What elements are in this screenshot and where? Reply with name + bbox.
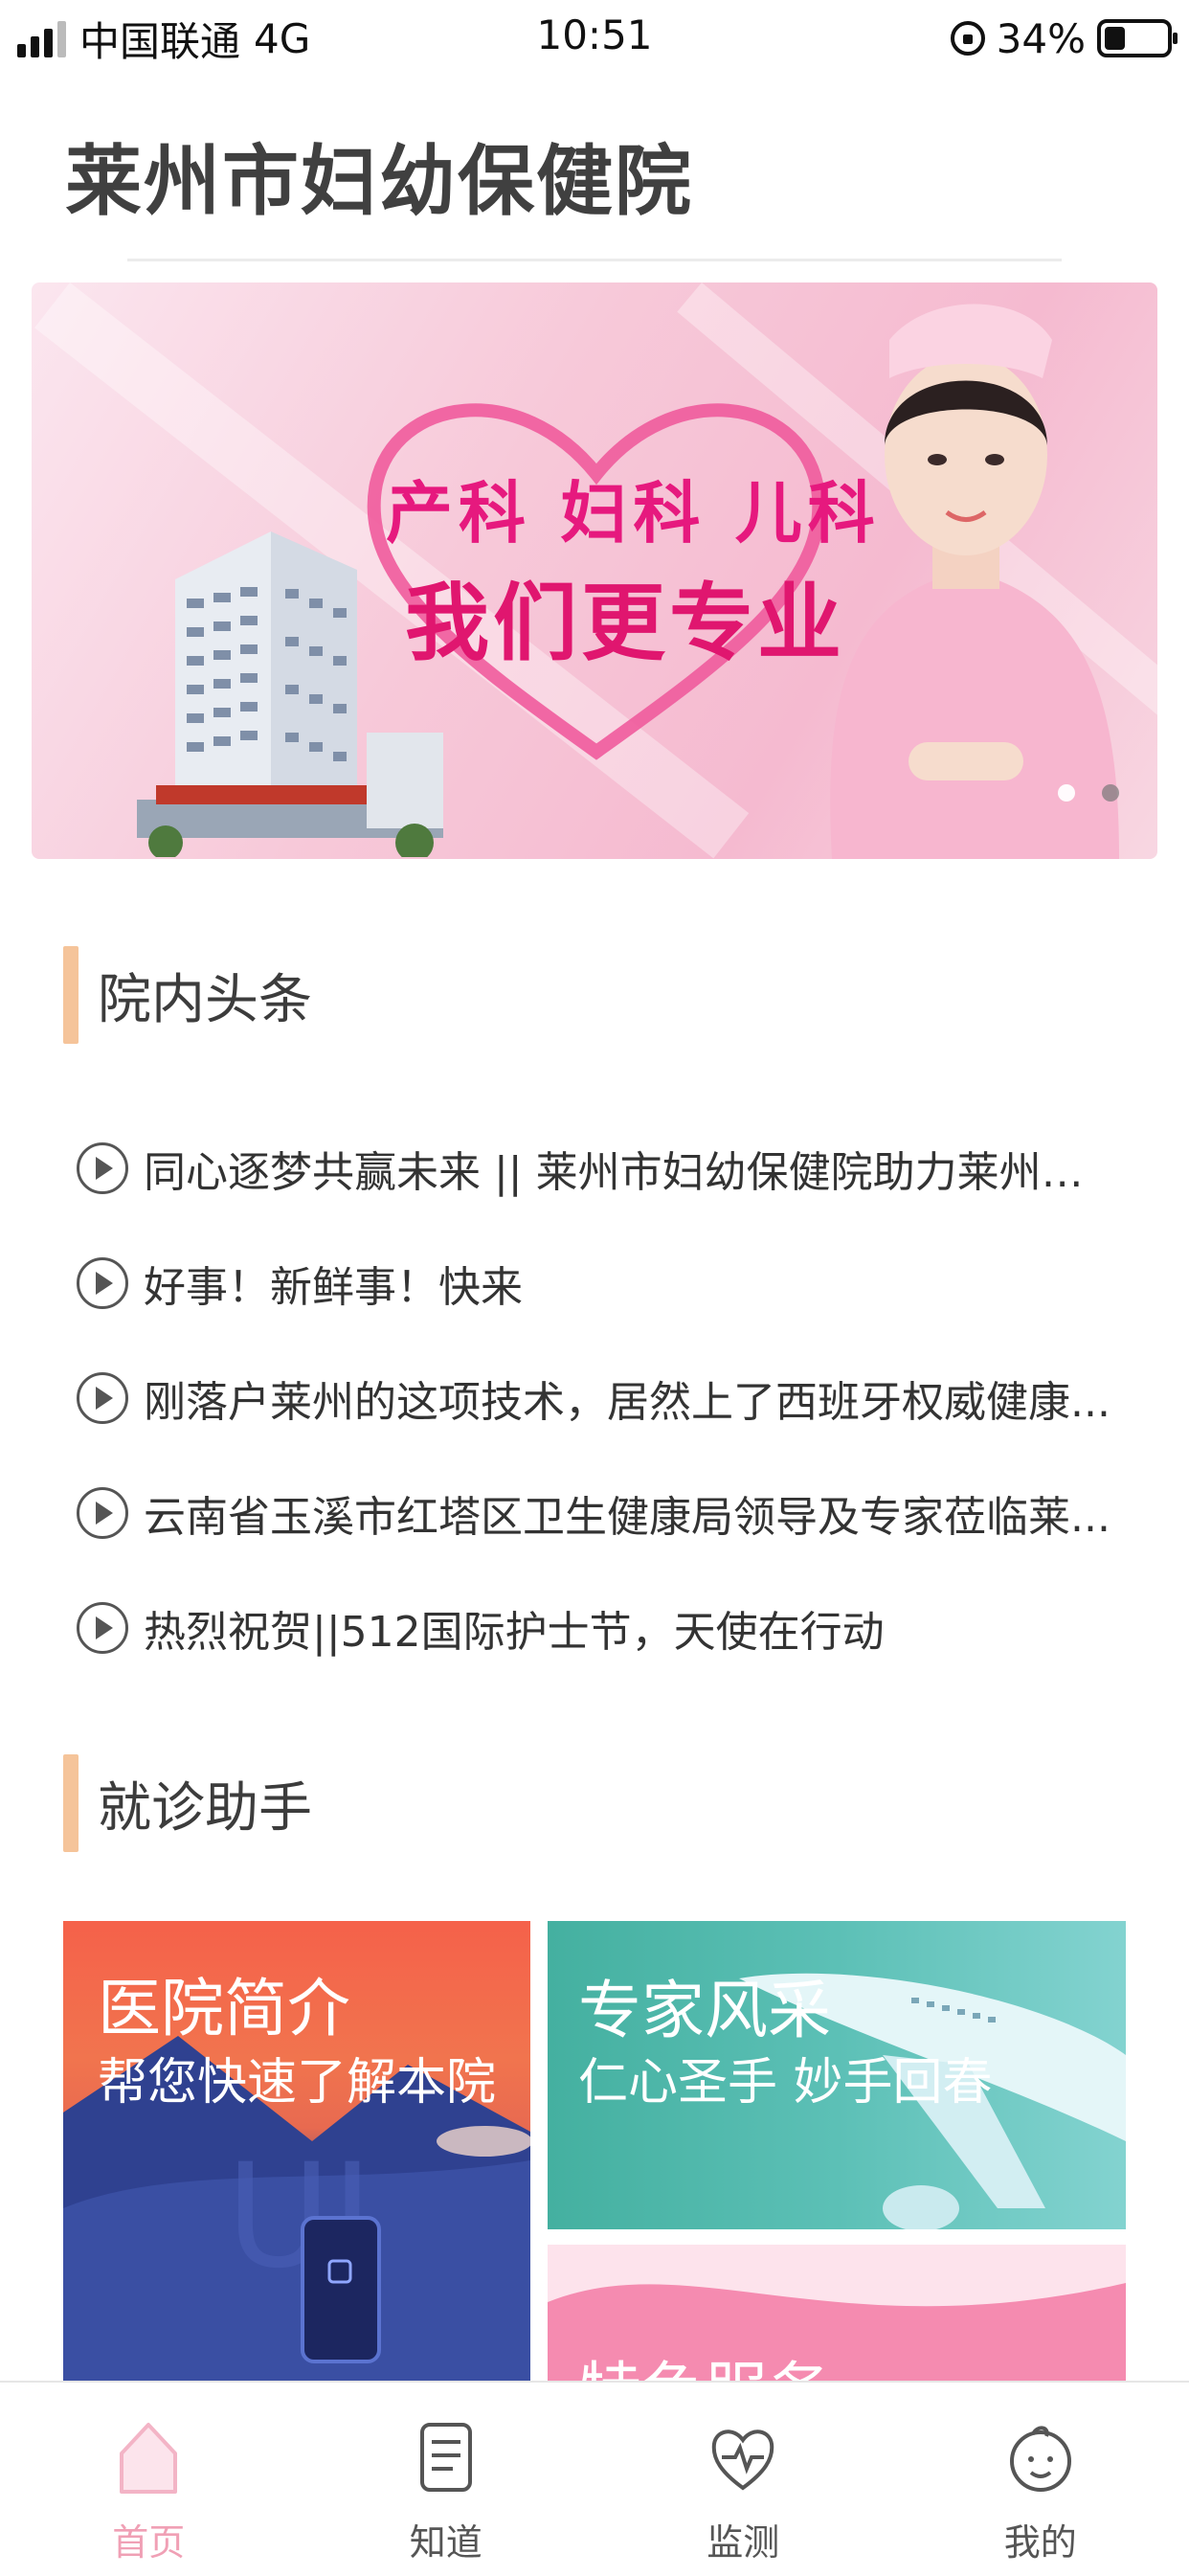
news-title: 好事！新鲜事！快来 [144,1253,1120,1314]
carousel-dot[interactable] [1058,784,1075,802]
play-circle-icon [77,1257,128,1309]
list-item[interactable]: 云南省玉溪市红塔区卫生健康局领导及专家莅临莱... [77,1456,1130,1570]
battery-icon [1097,19,1172,57]
news-title: 同心逐梦共赢未来 || 莱州市妇幼保健院助力莱州首... [144,1138,1120,1199]
tab-knowledge[interactable]: 知道 [298,2383,595,2576]
news-section-title: 院内头条 [98,957,312,1034]
hospital-intro-title: 医院简介 [98,1957,350,2049]
tab-monitor[interactable]: 监测 [594,2383,892,2576]
header-divider [127,259,1062,261]
banner-carousel[interactable]: 产科 妇科 儿科 我们更专业 [32,282,1157,859]
tab-profile[interactable]: 我的 [892,2383,1189,2576]
hospital-intro-card[interactable]: UI 医院简介 帮您快速了解本院 [63,1921,530,2381]
experts-subtitle: 仁心圣手 妙手回春 [578,2042,993,2113]
special-services-card[interactable]: 特色服务 [548,2245,1126,2381]
news-title: 云南省玉溪市红塔区卫生健康局领导及专家莅临莱... [144,1482,1120,1544]
section-accent-bar [63,1754,79,1852]
bottom-tab-bar: 首页 知道 监测 我的 [0,2381,1189,2576]
news-title: 刚落户莱州的这项技术，居然上了西班牙权威健康... [144,1367,1120,1429]
tab-label: 首页 [112,2513,185,2565]
experts-card[interactable]: 专家风采 仁心圣手 妙手回春 [548,1921,1126,2229]
play-circle-icon [77,1372,128,1424]
tab-label: 知道 [410,2513,482,2565]
home-icon [118,2419,179,2496]
assistant-section-title: 就诊助手 [98,1765,312,1842]
page-title: 莱州市妇幼保健院 [65,120,693,231]
news-section-header: 院内头条 [63,946,312,1044]
section-accent-bar [63,946,79,1044]
battery-fill [1105,27,1125,50]
status-right: 34% [951,11,1172,65]
list-item[interactable]: 刚落户莱州的这项技术，居然上了西班牙权威健康... [77,1341,1130,1456]
carousel-indicator[interactable] [1058,784,1119,802]
baby-face-icon [1004,2419,1077,2496]
nurse-image [794,282,1138,859]
battery-percent: 34% [997,15,1086,62]
list-item[interactable]: 好事！新鲜事！快来 [77,1226,1130,1341]
document-icon [418,2419,474,2496]
tab-label: 我的 [1004,2513,1077,2565]
list-item[interactable]: 热烈祝贺||512国际护士节，天使在行动 [77,1570,1130,1685]
news-list: 同心逐梦共赢未来 || 莱州市妇幼保健院助力莱州首... 好事！新鲜事！快来 刚… [77,1111,1130,1685]
status-bar: 中国联通 4G 10:51 34% [0,0,1189,77]
carousel-dot[interactable] [1102,784,1119,802]
play-circle-icon [77,1142,128,1194]
hospital-intro-subtitle: 帮您快速了解本院 [98,2042,496,2113]
play-circle-icon [77,1487,128,1539]
experts-title: 专家风采 [578,1959,831,2051]
news-title: 热烈祝贺||512国际护士节，天使在行动 [144,1597,1120,1659]
tab-label: 监测 [707,2513,779,2565]
tab-home[interactable]: 首页 [0,2383,298,2576]
assistant-section-header: 就诊助手 [63,1754,312,1852]
list-item[interactable]: 同心逐梦共赢未来 || 莱州市妇幼保健院助力莱州首... [77,1111,1130,1226]
play-circle-icon [77,1602,128,1654]
special-services-title: 特色服务 [578,2340,831,2381]
orientation-lock-icon [951,21,985,56]
heart-monitor-icon [708,2419,777,2496]
banner-slogan-text: 我们更专业 [405,555,845,677]
